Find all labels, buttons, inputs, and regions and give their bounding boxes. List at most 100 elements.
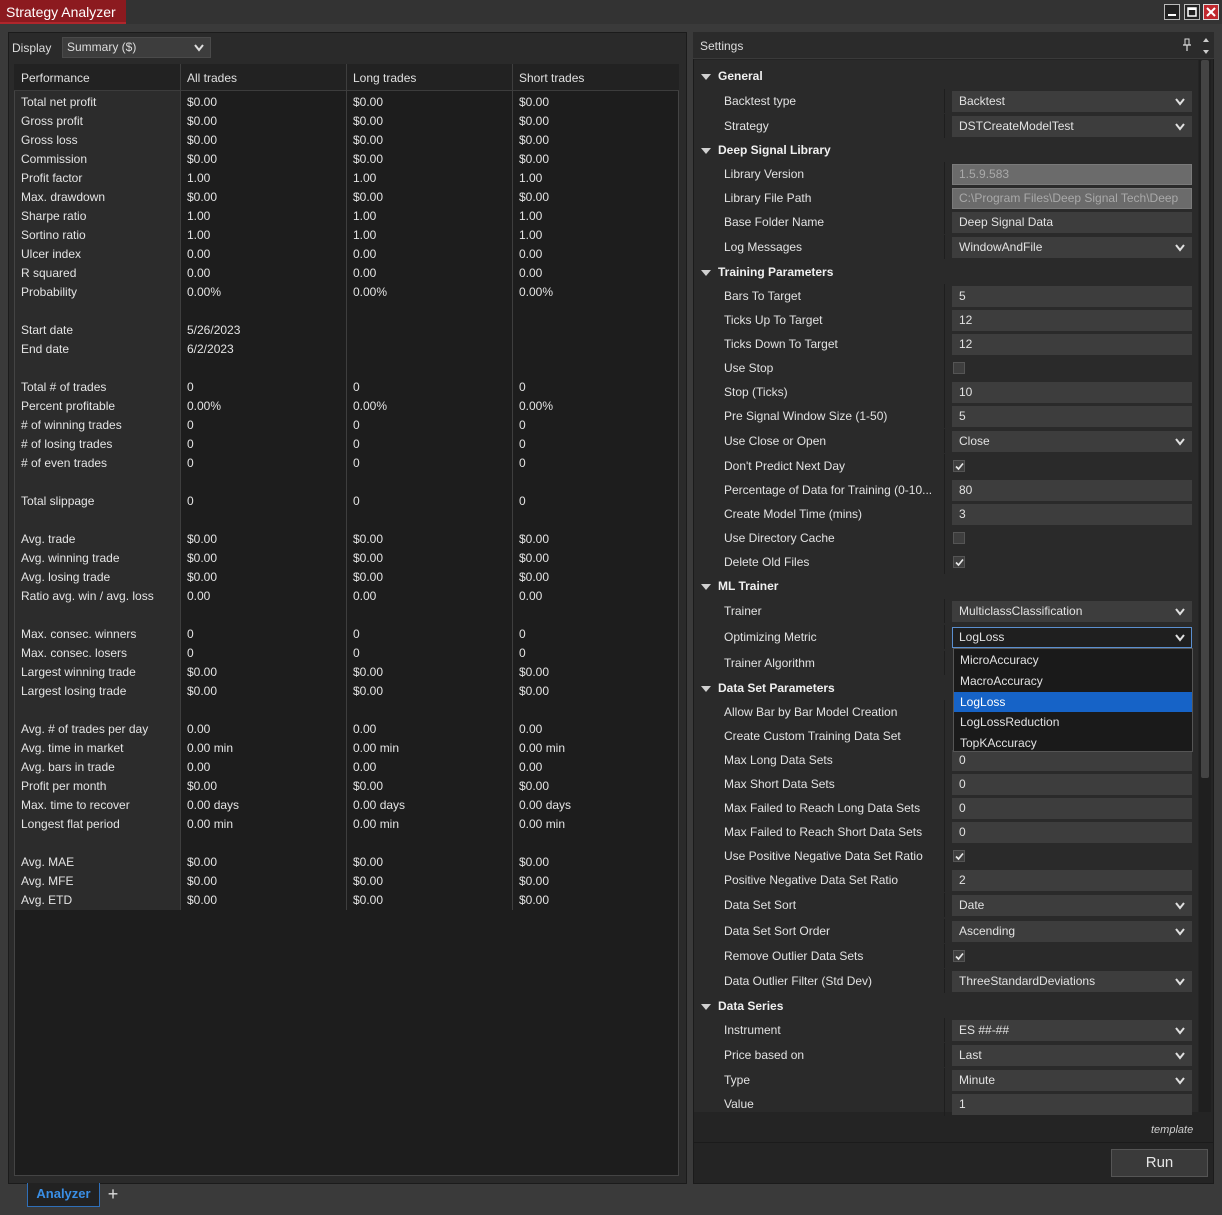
cell-value: 0 [187,456,194,470]
cell-value: $0.00 [519,95,550,109]
column-header-long-trades[interactable]: Long trades [353,71,416,85]
table-row: Largest winning trade $0.00 $0.00 $0.00 [0,663,679,682]
base-folder-name-input[interactable]: Deep Signal Data [952,212,1192,233]
collapse-arrow-icon[interactable] [701,270,711,276]
setting-data-set-sort: Data Set Sort Date [694,893,1198,917]
collapse-arrow-icon[interactable] [701,74,711,80]
setting-label: Pre Signal Window Size (1-50) [724,409,888,423]
max-short-data-sets-input[interactable]: 0 [952,774,1192,795]
collapse-arrow-icon[interactable] [701,584,711,590]
cell-value: 0.00 min [353,741,400,755]
dropdown-option[interactable]: LogLoss [954,692,1192,712]
dropdown-option[interactable]: TopKAccuracy [954,733,1192,753]
ticks-down-to-target-input[interactable]: 12 [952,334,1192,355]
dropdown-option[interactable]: MicroAccuracy [954,650,1192,670]
percentage-of-data-for-training-0-10-input[interactable]: 80 [952,480,1192,501]
log-messages-select[interactable]: WindowAndFile [952,237,1192,258]
strategy-select[interactable]: DSTCreateModelTest [952,116,1192,137]
dropdown-option[interactable]: MacroAccuracy [954,671,1192,691]
instrument-select[interactable]: ES ##-## [952,1020,1192,1041]
table-row: Avg. MFE $0.00 $0.00 $0.00 [0,872,679,891]
cell-value: 6/2/2023 [187,342,234,356]
value-input[interactable]: 1 [952,1094,1192,1115]
use-close-or-open-select[interactable]: Close [952,431,1192,452]
table-row: Avg. MAE $0.00 $0.00 $0.00 [0,853,679,872]
cell-value: 0.00 [353,247,377,261]
use-positive-negative-data-set-ratio-checkbox[interactable] [953,850,965,862]
select-value: Backtest [959,94,1006,108]
setting-percentage-of-data-for-training-0-10: Percentage of Data for Training (0-10...… [694,478,1198,502]
use-directory-cache-checkbox[interactable] [953,532,965,544]
trainer-select[interactable]: MulticlassClassification [952,601,1192,622]
column-header-short-trades[interactable]: Short trades [519,71,584,85]
setting-base-folder-name: Base Folder Name Deep Signal Data [694,210,1198,234]
create-model-time-mins-input[interactable]: 3 [952,504,1192,525]
ticks-up-to-target-input[interactable]: 12 [952,310,1192,331]
data-set-sort-select[interactable]: Date [952,895,1192,916]
type-select[interactable]: Minute [952,1070,1192,1091]
setting-data-set-sort-order: Data Set Sort Order Ascending [694,919,1198,943]
table-row [0,701,679,720]
remove-outlier-data-sets-checkbox[interactable] [953,950,965,962]
divider [944,235,945,259]
tab-analyzer[interactable]: Analyzer [27,1183,100,1207]
divider [944,284,945,308]
optimizing-metric-select[interactable]: LogLoss [952,627,1192,648]
row-label: Sharpe ratio [21,209,87,223]
pre-signal-window-size-1-50-input[interactable]: 5 [952,406,1192,427]
data-set-sort-order-select[interactable]: Ascending [952,921,1192,942]
optimizing-metric-dropdown[interactable]: MicroAccuracy MacroAccuracy LogLoss LogLoss… [953,648,1193,752]
add-tab-button[interactable]: + [103,1185,123,1205]
max-failed-to-reach-long-data-sets-input[interactable]: 0 [952,798,1192,819]
row-label: Total # of trades [21,380,107,394]
template-label[interactable]: template [1151,1124,1193,1136]
stop-ticks-input[interactable]: 10 [952,382,1192,403]
minimize-button[interactable] [1164,4,1180,20]
column-header-all-trades[interactable]: All trades [187,71,237,85]
setting-label: Data Outlier Filter (Std Dev) [724,974,873,988]
row-label: Avg. losing trade [21,570,111,584]
category-label: General [718,69,763,83]
data-outlier-filter-std-dev-select[interactable]: ThreeStandardDeviations [952,971,1192,992]
table-row: Avg. losing trade $0.00 $0.00 $0.00 [0,568,679,587]
cell-value: 0.00% [353,285,388,299]
positive-negative-data-set-ratio-input[interactable]: 2 [952,870,1192,891]
divider [944,844,945,868]
max-failed-to-reach-short-data-sets-input[interactable]: 0 [952,822,1192,843]
display-select[interactable]: Summary ($) [62,37,211,58]
use-stop-checkbox[interactable] [953,362,965,374]
collapse-arrow-icon[interactable] [701,686,711,692]
max-long-data-sets-input[interactable]: 0 [952,750,1192,771]
maximize-button[interactable] [1184,4,1200,20]
bars-to-target-input[interactable]: 5 [952,286,1192,307]
cell-value: $0.00 [353,855,384,869]
delete-old-files-checkbox[interactable] [953,556,965,568]
cell-value: $0.00 [187,114,218,128]
scroll-arrows-icon[interactable] [1201,36,1211,56]
pin-icon[interactable] [1182,38,1192,52]
chevron-down-icon [194,38,204,57]
collapse-arrow-icon[interactable] [701,1004,711,1010]
row-label: Total net profit [21,95,97,109]
column-header-performance[interactable]: Performance [21,71,90,85]
select-value: Ascending [959,924,1016,938]
backtest-type-select[interactable]: Backtest [952,91,1192,112]
don-t-predict-next-day-checkbox[interactable] [953,460,965,472]
row-label: Commission [21,152,88,166]
dropdown-option[interactable]: LogLossReduction [954,712,1192,732]
scrollbar-thumb[interactable] [1201,60,1209,778]
run-button[interactable]: Run [1111,1149,1208,1177]
price-based-on-select[interactable]: Last [952,1045,1192,1066]
table-row: Max. drawdown $0.00 $0.00 $0.00 [0,188,679,207]
setting-type: Type Minute [694,1068,1198,1092]
collapse-arrow-icon[interactable] [701,148,711,154]
cell-value: $0.00 [519,114,550,128]
cell-value: 0.00 [187,589,211,603]
cell-value: 0.00 [187,722,211,736]
close-button[interactable] [1203,4,1219,20]
divider [944,944,945,968]
divider [944,356,945,380]
setting-label: Optimizing Metric [724,630,817,644]
setting-label: Positive Negative Data Set Ratio [724,873,899,887]
setting-label: Base Folder Name [724,215,825,229]
